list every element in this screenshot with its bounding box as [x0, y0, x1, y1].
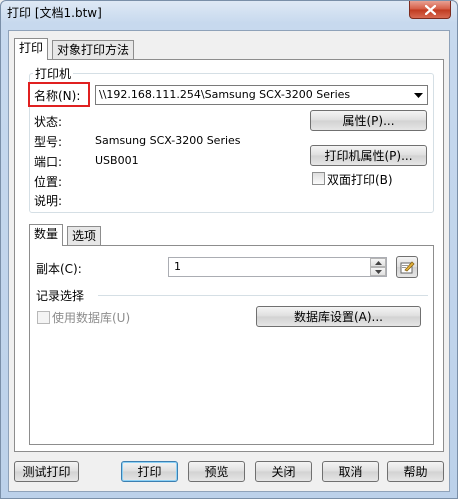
tab-object-print-label: 对象打印方法 — [57, 43, 130, 57]
printer-name-value: \\192.168.111.254\Samsung SCX-3200 Serie… — [99, 88, 351, 101]
printer-port-value: USB001 — [95, 154, 139, 167]
spin-up-icon[interactable] — [370, 258, 386, 267]
printer-group-title: 打印机 — [33, 65, 74, 82]
copies-spin-buttons — [370, 258, 386, 276]
window-close-button[interactable] — [409, 1, 451, 19]
tab-options-label: 选项 — [72, 229, 97, 243]
printer-model-value: Samsung SCX-3200 Series — [95, 134, 241, 147]
duplex-checkbox[interactable] — [312, 172, 325, 185]
record-selection-title: 记录选择 — [36, 289, 85, 303]
printer-comment-label: 说明: — [34, 194, 63, 208]
chevron-down-icon[interactable] — [410, 86, 427, 104]
duplex-label[interactable]: 双面打印(B) — [327, 171, 393, 188]
window-title: 打印 [文档1.btw] — [7, 6, 102, 20]
print-button[interactable]: 打印 — [121, 461, 178, 482]
record-selection-separator — [98, 295, 428, 296]
printer-status-label: 状态: — [34, 115, 63, 129]
print-dialog-window: 打印 [文档1.btw] 打印 对象打印方法 打印机 名称(N): \\192.… — [0, 0, 458, 499]
use-database-label: 使用数据库(U) — [52, 311, 131, 325]
properties-button[interactable]: 属性(P)... — [310, 110, 427, 131]
database-settings-button[interactable]: 数据库设置(A)... — [256, 306, 421, 327]
print-tab-panel: 打印机 名称(N): \\192.168.111.254\Samsung SCX… — [14, 59, 444, 452]
tab-quantity-label: 数量 — [34, 227, 59, 241]
printer-model-label: 型号: — [34, 135, 63, 149]
spin-down-icon[interactable] — [370, 267, 386, 276]
edit-icon — [400, 261, 415, 274]
printer-port-label: 端口: — [34, 155, 63, 169]
tab-print[interactable]: 打印 — [14, 38, 49, 60]
preview-button[interactable]: 预览 — [188, 461, 245, 482]
help-button[interactable]: 帮助 — [387, 461, 444, 482]
tab-print-label: 打印 — [19, 41, 44, 55]
printer-name-select[interactable]: \\192.168.111.254\Samsung SCX-3200 Serie… — [95, 85, 428, 105]
dialog-client-area: 打印 对象打印方法 打印机 名称(N): \\192.168.111.254\S… — [8, 30, 450, 492]
copies-tool-button[interactable] — [396, 256, 418, 278]
tab-quantity[interactable]: 数量 — [29, 224, 64, 246]
copies-spinbox[interactable]: 1 — [168, 257, 387, 277]
title-bar[interactable]: 打印 [文档1.btw] — [1, 1, 457, 23]
printer-location-label: 位置: — [34, 175, 63, 189]
close-icon — [424, 4, 436, 15]
copies-label: 副本(C): — [36, 262, 82, 276]
close-button[interactable]: 关闭 — [255, 461, 312, 482]
test-print-button[interactable]: 测试打印 — [14, 461, 79, 482]
printer-name-label: 名称(N): — [34, 89, 81, 103]
tab-object-print-method[interactable]: 对象打印方法 — [52, 40, 135, 60]
tab-options[interactable]: 选项 — [67, 226, 102, 246]
quantity-tab-panel: 副本(C): 1 记录选择 使用数据库(U) 数据库设置(A)... — [29, 245, 434, 445]
copies-value: 1 — [174, 260, 181, 273]
use-database-checkbox[interactable] — [37, 311, 50, 324]
cancel-button[interactable]: 取消 — [322, 461, 379, 482]
printer-properties-button[interactable]: 打印机属性(P)... — [310, 145, 427, 166]
